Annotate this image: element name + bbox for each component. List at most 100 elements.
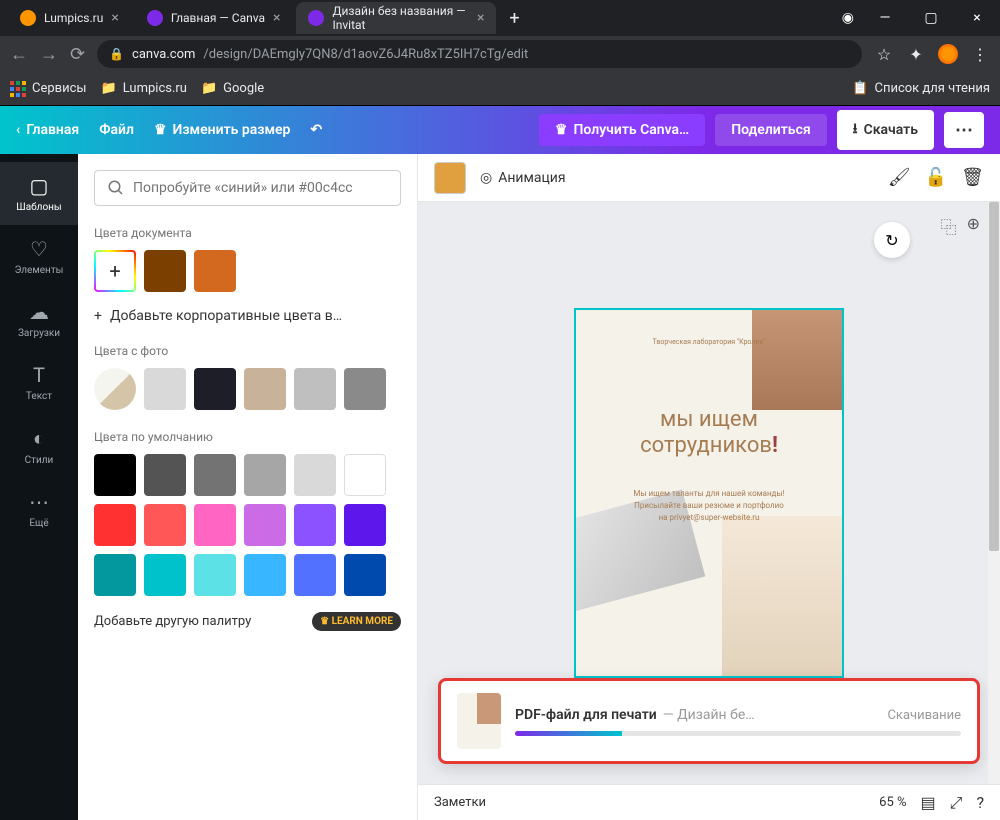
color-swatch[interactable] [194, 454, 236, 496]
color-swatch[interactable] [244, 454, 286, 496]
animation-button[interactable]: ◎ Анимация [480, 170, 566, 186]
url-field[interactable]: 🔒 canva.com/design/DAEmgly7QN8/d1aovZ6J4… [97, 40, 862, 68]
file-button[interactable]: Файл [99, 122, 134, 138]
get-pro-button[interactable]: ♛ Получить Canva… [539, 114, 705, 146]
fill-color-chip[interactable] [434, 162, 466, 194]
reload-button[interactable]: ⟳ [70, 44, 85, 65]
lock-icon[interactable]: 🔓 [925, 167, 947, 188]
section-photo-colors: Цвета с фото [94, 344, 401, 358]
color-swatch[interactable] [194, 250, 236, 292]
page-count-icon[interactable]: ▤ [921, 793, 936, 812]
sidebar-templates[interactable]: ▢ Шаблоны [0, 162, 78, 225]
sidebar-label: Шаблоны [16, 202, 61, 213]
duplicate-page-icon[interactable]: ⿻ [941, 214, 957, 238]
learn-more-badge[interactable]: ♛ LEARN MORE [312, 612, 401, 631]
maximize-button[interactable]: ▢ [916, 10, 946, 26]
design-canvas[interactable]: Творческая лаборатория "Кролик" мы ищем … [574, 308, 844, 678]
color-swatch[interactable] [244, 554, 286, 596]
sidebar-text[interactable]: T Текст [0, 351, 78, 414]
sidebar-uploads[interactable]: ☁ Загрузки [0, 288, 78, 351]
sidebar-styles[interactable]: ◐ Стили [0, 414, 78, 478]
color-swatch[interactable] [144, 554, 186, 596]
extension-icon[interactable]: ✦ [906, 45, 926, 64]
share-icon[interactable]: ◉ [842, 10, 854, 26]
add-corporate-colors[interactable]: + Добавьте корпоративные цвета в… [94, 308, 401, 324]
bookmark-lumpics[interactable]: 📁 Lumpics.ru [101, 81, 187, 96]
close-window-button[interactable]: × [962, 10, 992, 26]
trash-icon[interactable]: 🗑 [961, 167, 984, 188]
color-swatch[interactable] [244, 504, 286, 546]
color-swatch[interactable] [294, 454, 336, 496]
fullscreen-icon[interactable]: ⤢ [950, 793, 963, 813]
new-tab-button[interactable]: + [500, 4, 528, 32]
bookmark-google[interactable]: 📁 Google [201, 81, 264, 96]
close-icon[interactable]: × [273, 10, 280, 26]
close-icon[interactable]: × [111, 10, 118, 26]
color-swatch[interactable] [144, 504, 186, 546]
add-page-icon[interactable]: ⊕ [967, 214, 980, 238]
reading-list-button[interactable]: 📋 Список для чтения [852, 81, 990, 96]
color-swatch[interactable] [344, 454, 386, 496]
color-swatch[interactable] [194, 554, 236, 596]
toast-status: Скачивание [887, 708, 961, 723]
apps-icon [10, 81, 26, 97]
menu-icon[interactable]: ⋮ [970, 45, 990, 64]
color-swatch[interactable] [344, 554, 386, 596]
color-swatch[interactable] [344, 504, 386, 546]
search-input[interactable]: Попробуйте «синий» или #00c4cc [94, 170, 401, 206]
close-icon[interactable]: × [477, 10, 484, 26]
color-swatch[interactable] [294, 554, 336, 596]
profile-avatar[interactable] [938, 44, 958, 64]
sidebar-label: Текст [26, 391, 52, 402]
color-swatch[interactable] [144, 250, 186, 292]
sidebar: ▢ Шаблоны ♡ Элементы ☁ Загрузки T Текст … [0, 154, 78, 820]
back-button[interactable]: ← [10, 44, 28, 65]
apps-button[interactable]: Сервисы [10, 81, 87, 97]
color-swatch[interactable] [144, 454, 186, 496]
notes-button[interactable]: Заметки [434, 795, 486, 810]
minimize-button[interactable]: — [870, 10, 900, 26]
help-icon[interactable]: ? [976, 793, 984, 812]
color-swatch[interactable] [244, 368, 286, 410]
color-swatch[interactable] [144, 368, 186, 410]
forward-button[interactable]: → [40, 44, 58, 65]
download-button[interactable]: ⭳ Скачать [837, 110, 934, 150]
browser-tab-0[interactable]: Lumpics.ru × [8, 2, 131, 34]
zoom-level[interactable]: 65 % [879, 795, 906, 810]
resize-button[interactable]: ♛ Изменить размер [154, 122, 290, 138]
color-swatch[interactable] [344, 368, 386, 410]
styles-icon: ◐ [33, 426, 45, 451]
color-panel: Попробуйте «синий» или #00c4cc Цвета док… [78, 154, 418, 820]
vertical-scrollbar[interactable] [988, 202, 1000, 784]
download-toast: PDF-файл для печати — Дизайн бе… Скачива… [438, 678, 980, 764]
color-swatch[interactable] [294, 504, 336, 546]
bookmark-label: Сервисы [32, 81, 87, 96]
color-swatch[interactable] [294, 368, 336, 410]
paint-roller-icon[interactable]: 🖌 [888, 167, 911, 188]
undo-button[interactable]: ↶ [310, 122, 322, 138]
folder-icon: 📁 [101, 81, 117, 96]
home-button[interactable]: ‹ Главная [16, 122, 79, 138]
browser-tab-2[interactable]: Дизайн без названия — Invitat × [296, 2, 496, 34]
regenerate-button[interactable]: ↻ [874, 222, 910, 258]
canvas-footer: Заметки 65 % ▤ ⤢ ? [418, 784, 1000, 820]
more-button[interactable]: ⋯ [944, 112, 984, 148]
star-icon[interactable]: ☆ [874, 45, 894, 64]
sidebar-label: Загрузки [18, 328, 60, 339]
color-swatch[interactable] [94, 454, 136, 496]
color-swatch[interactable] [194, 368, 236, 410]
photo-swatch[interactable] [94, 368, 136, 410]
sidebar-more[interactable]: ⋯ Ещё [0, 478, 78, 541]
sidebar-elements[interactable]: ♡ Элементы [0, 225, 78, 288]
favicon-icon [308, 10, 324, 26]
section-default-colors: Цвета по умолчанию [94, 430, 401, 444]
share-button[interactable]: Поделиться [715, 114, 826, 146]
color-swatch[interactable] [194, 504, 236, 546]
color-swatch[interactable] [94, 504, 136, 546]
color-swatch[interactable] [94, 554, 136, 596]
add-color-button[interactable]: + [94, 250, 136, 292]
url-path: /design/DAEmgly7QN8/d1aovZ6J4Ru8xTZ5IH7c… [203, 47, 528, 62]
canvas-area: ◎ Анимация 🖌 🔓 🗑 ⿻ ⊕ ↻ Творческая лабора… [418, 154, 1000, 820]
canvas-viewport[interactable]: ⿻ ⊕ ↻ Творческая лаборатория "Кролик" мы… [418, 202, 1000, 784]
browser-tab-1[interactable]: Главная — Canva × [135, 2, 293, 34]
